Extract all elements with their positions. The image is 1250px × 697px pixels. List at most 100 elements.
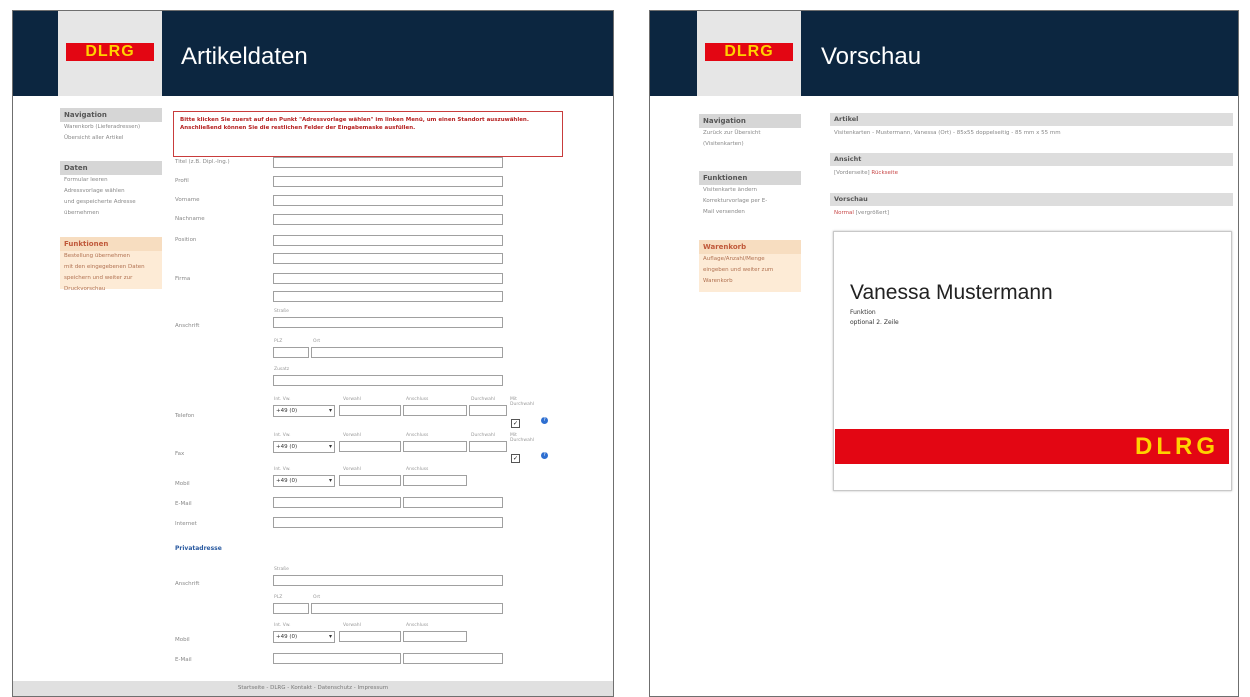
sidebar-item-uebersicht[interactable]: Übersicht aller Artikel (60, 133, 162, 144)
artikel-line: Visitenkarten - Mustermann, Vanessa (Ort… (834, 130, 1061, 136)
checkbox-tel-durchwahl[interactable]: ✓ (511, 419, 520, 428)
sublabel-tel-anschluss: Anschluss (406, 397, 429, 402)
dlrg-logo[interactable]: DLRG (66, 43, 154, 61)
sidebar-item-auflage-3: Warenkorb (703, 278, 733, 284)
sublabel-ort: Ort (313, 339, 321, 344)
sidebar-item-bestellung-3: speichern und weiter zur (64, 275, 133, 281)
sidebar-navigation: Navigation Zurück zur Übersicht (Visiten… (699, 114, 801, 150)
input-privat-anschluss[interactable] (403, 631, 467, 642)
input-vorname[interactable] (273, 195, 503, 206)
sidebar-head-daten: Daten (60, 161, 162, 175)
label-fax: Fax (175, 451, 185, 457)
vorschau-vergroessert[interactable]: [vergrößert] (856, 210, 889, 216)
input-email-1[interactable] (273, 497, 401, 508)
vorschau-line: Normal [vergrößert] (834, 210, 889, 216)
sidebar-item-warenkorb[interactable]: Warenkorb (Lieferadressen) (60, 122, 162, 133)
input-privat-ort[interactable] (311, 603, 503, 614)
input-fax-anschluss[interactable] (403, 441, 467, 452)
section-privatadresse: Privatadresse (175, 545, 222, 552)
sidebar-item-adressvorlage[interactable]: Adressvorlage wählen (60, 186, 162, 197)
label-mobil: Mobil (175, 481, 190, 487)
select-privat-country[interactable]: +49 (0) ▾ (273, 631, 335, 643)
sidebar-item-bestellung-2: mit den eingegebenen Daten (64, 264, 145, 270)
label-privat-mobil: Mobil (175, 637, 190, 643)
label-privat-email: E-Mail (175, 657, 192, 663)
logo-box: DLRG (58, 11, 162, 96)
sidebar-item-bestellung-4: Druckvorschau (64, 286, 106, 292)
sidebar-item-korrektur[interactable]: Korrekturvorlage per E- (699, 196, 801, 207)
vorschau-normal-link[interactable]: Normal (834, 210, 854, 216)
sidebar-item-auflage[interactable]: Auflage/Anzahl/Menge (699, 254, 801, 265)
select-fax-country[interactable]: +49 (0) ▾ (273, 441, 335, 453)
help-icon[interactable]: ? (541, 452, 548, 459)
sublabel-privat-anschluss: Anschluss (406, 623, 429, 628)
input-mobil-vorwahl[interactable] (339, 475, 401, 486)
input-fax-durchwahl[interactable] (469, 441, 507, 452)
input-tel-durchwahl[interactable] (469, 405, 507, 416)
sublabel-privat-int: Int. Vw. (274, 623, 291, 628)
sublabel-plz: PLZ (274, 339, 283, 344)
ansicht-line: [Vorderseite] Rückseite (834, 170, 898, 176)
sidebar-head-navigation: Navigation (60, 108, 162, 122)
input-zusatz[interactable] (273, 375, 503, 386)
input-mobil-anschluss[interactable] (403, 475, 467, 486)
dlrg-logo[interactable]: DLRG (705, 43, 793, 61)
input-position-1[interactable] (273, 235, 503, 246)
sidebar-daten: Daten Formular leeren Adressvorlage wähl… (60, 161, 162, 219)
input-email-2[interactable] (403, 497, 503, 508)
sidebar-item-zurueck[interactable]: Zurück zur Übersicht (699, 128, 801, 139)
checkbox-fax-durchwahl[interactable]: ✓ (511, 454, 520, 463)
input-nachname[interactable] (273, 214, 503, 225)
label-profil: Profil (175, 178, 189, 184)
input-tel-vorwahl[interactable] (339, 405, 401, 416)
input-fax-vorwahl[interactable] (339, 441, 401, 452)
sublabel-fax-vorwahl: Vorwahl (343, 433, 361, 438)
help-icon[interactable]: ? (541, 417, 548, 424)
label-titel: Titel (z.B. Dipl.-Ing.) (175, 159, 230, 165)
input-privat-email-1[interactable] (273, 653, 401, 664)
header-bar: DLRG Artikeldaten (13, 11, 613, 96)
label-internet: Internet (175, 521, 197, 527)
vorschau-window: DLRG Vorschau Navigation Zurück zur Über… (649, 10, 1239, 697)
sidebar-item-bestellung[interactable]: Bestellung übernehmen (60, 251, 162, 262)
sublabel-strasse: Straße (274, 309, 289, 314)
sidebar-item-auflage-2: eingeben und weiter zum (703, 267, 774, 273)
sublabel-fax-mit-durchwahl: Mit Durchwahl (510, 433, 534, 443)
ansicht-vorderseite: [Vorderseite] (834, 170, 870, 176)
input-privat-plz[interactable] (273, 603, 309, 614)
sublabel-privat-plz: PLZ (274, 595, 283, 600)
label-email: E-Mail (175, 501, 192, 507)
input-ort[interactable] (311, 347, 503, 358)
logo-box: DLRG (697, 11, 801, 96)
input-plz[interactable] (273, 347, 309, 358)
select-tel-country[interactable]: +49 (0) ▾ (273, 405, 335, 417)
ansicht-rueckseite-link[interactable]: Rückseite (871, 170, 898, 176)
input-firma-1[interactable] (273, 273, 503, 284)
sidebar-item-adressvorlage-3: übernehmen (64, 210, 100, 216)
card-funktion: Funktion (850, 309, 876, 316)
label-privat-anschrift: Anschrift (175, 581, 200, 587)
section-head-vorschau: Vorschau (830, 193, 1233, 206)
select-tel-country-value: +49 (0) (276, 408, 298, 414)
footer-links[interactable]: Startseite - DLRG - Kontakt - Datenschut… (13, 681, 613, 696)
input-position-2[interactable] (273, 253, 503, 264)
input-privat-vorwahl[interactable] (339, 631, 401, 642)
sidebar-head-funktionen: Funktionen (60, 237, 162, 251)
input-tel-anschluss[interactable] (403, 405, 467, 416)
sublabel-privat-strasse: Straße (274, 567, 289, 572)
label-telefon: Telefon (175, 413, 195, 419)
section-head-ansicht: Ansicht (830, 153, 1233, 166)
label-vorname: Vorname (175, 197, 200, 203)
input-titel[interactable] (273, 157, 503, 168)
input-strasse[interactable] (273, 317, 503, 328)
input-firma-2[interactable] (273, 291, 503, 302)
input-profil[interactable] (273, 176, 503, 187)
sidebar-funktionen: Funktionen Visitenkarte ändern Korrektur… (699, 171, 801, 218)
select-mobil-country[interactable]: +49 (0) ▾ (273, 475, 335, 487)
input-privat-email-2[interactable] (403, 653, 503, 664)
input-internet[interactable] (273, 517, 503, 528)
sidebar-item-aendern[interactable]: Visitenkarte ändern (699, 185, 801, 196)
input-privat-strasse[interactable] (273, 575, 503, 586)
sublabel-fax-durchwahl: Durchwahl (471, 433, 495, 438)
sidebar-item-formular-leeren[interactable]: Formular leeren (60, 175, 162, 186)
